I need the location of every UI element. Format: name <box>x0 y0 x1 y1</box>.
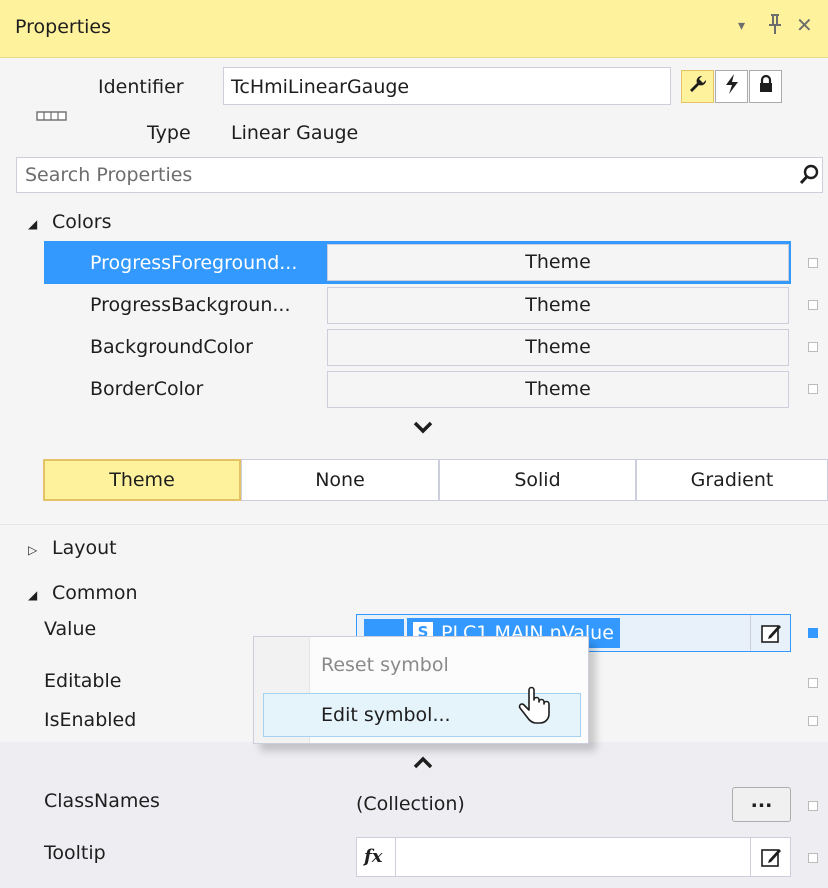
search-properties-input[interactable]: Search Properties <box>16 157 823 193</box>
property-marker[interactable] <box>808 678 818 688</box>
panel-title: Properties <box>15 16 112 38</box>
property-marker[interactable] <box>808 628 818 638</box>
pin-icon[interactable] <box>766 12 784 39</box>
identifier-label: Identifier <box>98 76 184 98</box>
divider <box>750 838 751 876</box>
close-icon[interactable]: ✕ <box>796 15 813 35</box>
events-view-button[interactable] <box>715 70 748 103</box>
property-marker[interactable] <box>808 716 818 726</box>
identifier-value: TcHmiLinearGauge <box>231 76 410 98</box>
property-marker[interactable] <box>808 384 818 394</box>
tooltip-field[interactable]: fx <box>356 837 791 877</box>
color-mode-solid[interactable]: Solid <box>439 459 636 501</box>
property-marker[interactable] <box>808 853 818 863</box>
property-value[interactable]: Theme <box>327 244 789 281</box>
category-colors[interactable]: Colors <box>52 211 112 233</box>
classnames-edit-button[interactable]: ... <box>732 787 791 822</box>
type-value: Linear Gauge <box>231 122 359 144</box>
property-name-value: Value <box>44 618 97 640</box>
edit-tooltip-icon[interactable] <box>761 846 783 873</box>
color-mode-none[interactable]: None <box>241 459 439 501</box>
lightning-icon <box>723 73 741 100</box>
color-mode-gradient[interactable]: Gradient <box>636 459 828 501</box>
property-name: ProgressBackgroun... <box>90 294 291 316</box>
panel-title-bar: Properties ▾ ✕ <box>0 0 828 58</box>
search-placeholder: Search Properties <box>25 164 193 186</box>
permissions-view-button[interactable] <box>749 70 782 103</box>
chevron-down-icon[interactable] <box>413 418 433 440</box>
lock-icon <box>758 74 774 99</box>
dropdown-icon[interactable]: ▾ <box>738 19 745 33</box>
property-name: BackgroundColor <box>90 336 253 358</box>
search-icon[interactable] <box>799 164 819 191</box>
mouse-cursor-icon <box>517 686 551 731</box>
property-marker[interactable] <box>808 258 818 268</box>
property-name-editable: Editable <box>44 670 122 692</box>
classnames-value: (Collection) <box>356 793 465 815</box>
menu-item-reset-symbol[interactable]: Reset symbol <box>321 654 449 676</box>
type-label: Type <box>147 122 191 144</box>
divider <box>0 524 828 525</box>
chevron-up-icon[interactable] <box>413 752 433 774</box>
common-expand-icon[interactable]: ◢ <box>28 588 37 602</box>
property-name-classnames: ClassNames <box>44 790 160 812</box>
property-marker[interactable] <box>808 342 818 352</box>
colors-expand-icon[interactable]: ◢ <box>28 217 37 231</box>
property-name-isenabled: IsEnabled <box>44 709 137 731</box>
edit-value-icon[interactable] <box>761 622 783 649</box>
property-name: ProgressForeground... <box>90 252 298 274</box>
property-marker[interactable] <box>808 801 818 811</box>
divider <box>750 615 751 651</box>
divider <box>395 838 396 876</box>
properties-view-button[interactable] <box>681 70 714 103</box>
property-name: BorderColor <box>90 378 204 400</box>
wrench-icon <box>688 74 708 99</box>
property-marker[interactable] <box>808 300 818 310</box>
color-mode-theme[interactable]: Theme <box>43 459 241 501</box>
menu-item-edit-symbol[interactable]: Edit symbol... <box>321 704 451 726</box>
property-value[interactable]: Theme <box>327 287 789 324</box>
identifier-field[interactable]: TcHmiLinearGauge <box>223 67 671 105</box>
property-value[interactable]: Theme <box>327 329 789 366</box>
control-type-icon <box>36 106 68 121</box>
layout-expand-icon[interactable]: ▷ <box>28 543 37 557</box>
property-name-tooltip: Tooltip <box>44 842 106 864</box>
category-common[interactable]: Common <box>52 582 138 604</box>
property-value[interactable]: Theme <box>327 371 789 408</box>
function-icon[interactable]: fx <box>364 846 382 867</box>
category-layout[interactable]: Layout <box>52 537 117 559</box>
